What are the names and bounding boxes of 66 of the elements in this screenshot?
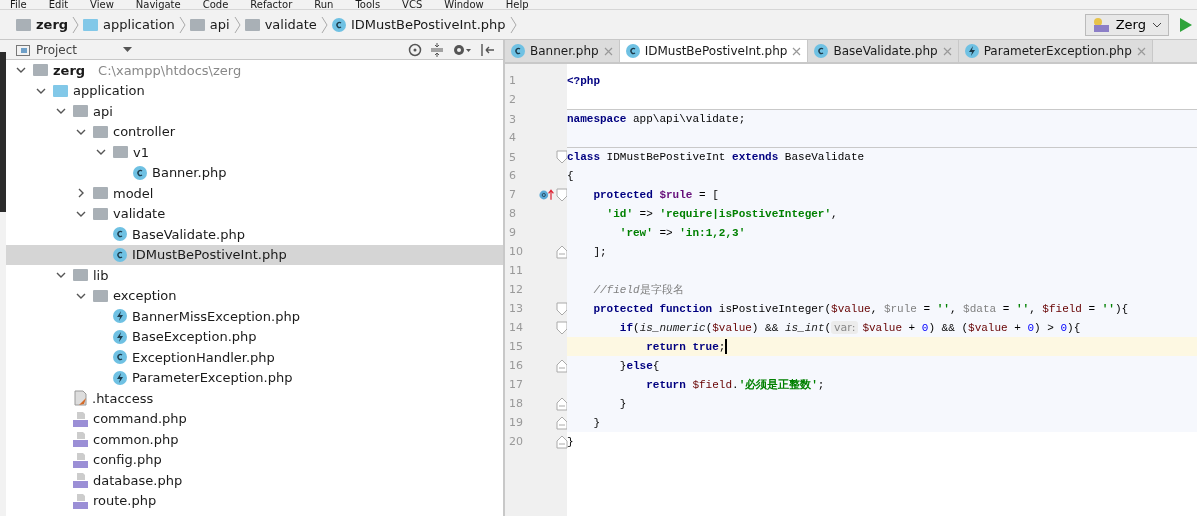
tree-item[interactable]: validate [6,203,503,224]
tree-item[interactable]: api [6,101,503,122]
line-number: 12 [508,283,524,296]
tree-item[interactable]: BaseException.php [6,326,503,347]
line-number: 10 [508,245,524,258]
line-number: 4 [508,131,517,144]
line-number: 20 [508,435,524,448]
line-number: 9 [508,226,517,239]
line-number: 6 [508,169,517,182]
line-number: 7 [508,188,517,201]
editor-tab[interactable]: IDMustBePostiveInt.php [619,40,809,62]
tree-item[interactable]: controller [6,121,503,142]
tree-item[interactable]: BannerMissException.php [6,306,503,327]
tree-item[interactable]: zerg C:\xampp\htdocs\zerg [6,60,503,81]
tree-item[interactable]: command.php [6,408,503,429]
run-configuration-dropdown[interactable]: Zerg [1084,13,1169,36]
menu-item[interactable]: Run [314,0,334,9]
line-number: 1 [508,74,517,87]
tree-item[interactable]: ParameterException.php [6,367,503,388]
breadcrumb[interactable]: application [83,17,175,32]
line-number: 5 [508,150,517,164]
tree-item[interactable]: database.php [6,470,503,491]
tree-item[interactable]: ExceptionHandler.php [6,347,503,368]
editor-tab[interactable]: BaseValidate.php [808,40,959,62]
tree-item[interactable]: v1 [6,142,503,163]
tree-item[interactable]: Banner.php [6,162,503,183]
tree-item[interactable]: common.php [6,429,503,450]
tree-item[interactable]: application [6,80,503,101]
line-number: 19 [508,416,524,429]
project-view-selector[interactable]: Project [16,42,133,57]
menu-item[interactable]: File [10,0,27,9]
line-number: 18 [508,397,524,410]
line-number: 15 [508,340,524,353]
breadcrumb[interactable]: IDMustBePostiveInt.php [331,17,506,32]
menu-item[interactable]: Refactor [250,0,293,9]
tree-item[interactable]: model [6,183,503,204]
breadcrumb[interactable]: api [189,17,230,32]
line-number: 2 [508,93,517,106]
code-line: } [567,434,575,450]
breadcrumb[interactable]: validate [244,17,317,32]
tree-item[interactable]: .htaccess [6,388,503,409]
menu-item[interactable]: Help [505,0,529,9]
line-number: 13 [508,302,524,315]
line-number: 3 [508,112,517,126]
menu-item[interactable]: Edit [48,0,69,9]
menu-item[interactable]: Tools [355,0,381,9]
menu-item[interactable]: Navigate [135,0,181,9]
breadcrumb[interactable]: zerg [16,17,69,32]
editor-tab[interactable]: ParameterException.php [958,40,1153,62]
tree-item[interactable]: lib [6,265,503,286]
tree-item[interactable]: BaseValidate.php [6,224,503,245]
tree-item[interactable]: IDMustBePostiveInt.php [6,244,503,265]
line-number: 11 [508,264,524,277]
menu-item[interactable]: Code [202,0,229,9]
tree-item[interactable]: config.php [6,449,503,470]
line-number: 16 [508,359,524,372]
menu-item[interactable]: VCS [402,0,423,9]
line-number: 17 [508,378,524,391]
menu-item[interactable]: View [90,0,114,9]
line-number: 14 [508,321,524,334]
tree-item[interactable]: route.php [6,490,503,511]
editor-tab[interactable]: Banner.php [505,40,620,62]
code-line: <?php [567,73,601,89]
menu-item[interactable]: Window [444,0,484,9]
tree-item[interactable]: exception [6,285,503,306]
line-number: 8 [508,207,517,220]
